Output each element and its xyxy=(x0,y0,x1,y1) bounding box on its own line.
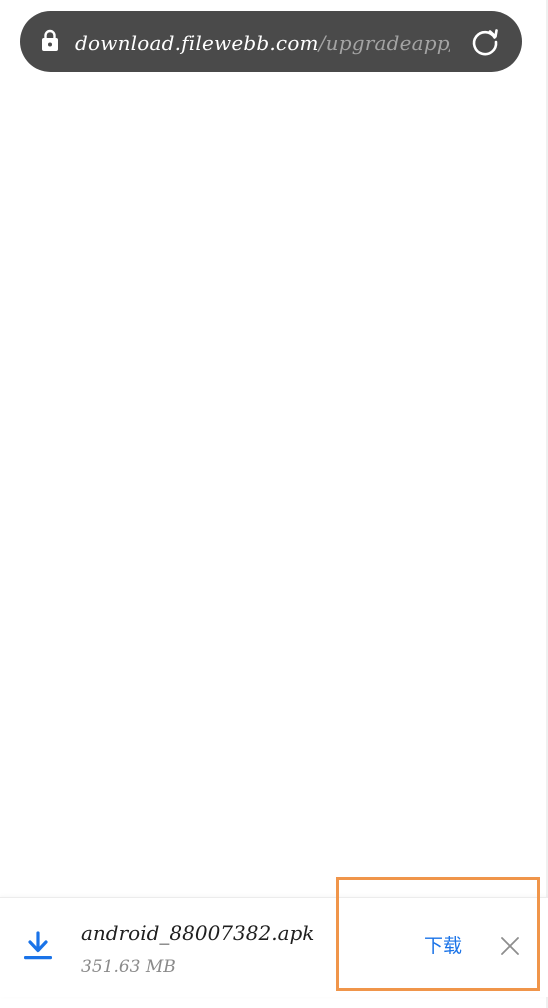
download-button[interactable]: 下载 xyxy=(424,934,462,958)
url-path: /upgradeapp/andro xyxy=(318,31,450,55)
file-name: android_88007382.apk xyxy=(81,921,315,945)
url-text[interactable]: download.filewebb.com/upgradeapp/andro xyxy=(75,30,450,56)
reload-icon[interactable] xyxy=(469,26,501,58)
browser-page: download.filewebb.com/upgradeapp/andro a… xyxy=(0,0,548,1008)
download-bar: android_88007382.apk 351.63 MB 下载 xyxy=(0,897,548,997)
download-icon xyxy=(24,931,52,960)
url-host: download.filewebb.com xyxy=(75,31,319,55)
close-icon[interactable] xyxy=(500,936,520,956)
lock-icon xyxy=(42,29,58,51)
file-size: 351.63 MB xyxy=(81,957,176,977)
